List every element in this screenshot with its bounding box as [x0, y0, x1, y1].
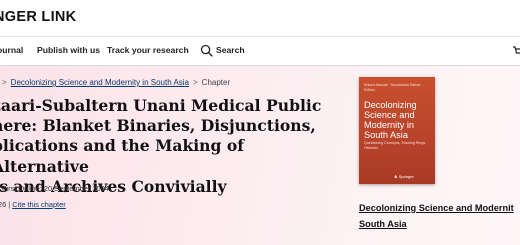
meta-separator: | — [8, 200, 11, 209]
breadcrumb-separator: > — [2, 78, 7, 87]
cover-publisher-logo: ♞ Springer — [394, 174, 414, 179]
book-cover[interactable]: Sritara Manual · Suvanahaa Sarkar · Edit… — [359, 77, 435, 184]
brand-header: NGER LINK — [0, 0, 520, 37]
chapter-title: zaari-Subaltern Unani Medical Public her… — [0, 96, 337, 197]
chapter-title-line: zaari-Subaltern Unani Medical Public — [0, 96, 322, 115]
breadcrumb: > Decolonizing Science and Modernity in S… — [0, 78, 230, 87]
breadcrumb-current: Chapter — [201, 78, 231, 87]
cover-authors: Sritara Manual · Suvanahaa Sarkar · Edit… — [364, 83, 423, 92]
cover-publisher-name: Springer — [398, 174, 414, 179]
springer-link-logo[interactable]: NGER LINK — [0, 9, 76, 25]
chapter-metrics: 26 | Cite this chapter — [0, 200, 66, 209]
access-count: 26 — [0, 200, 7, 209]
chapter-title-line: here: Blanket Binaries, Disjunctions, — [0, 116, 316, 136]
search-icon[interactable] — [200, 44, 213, 57]
chapter-title-line: plications and the Making of Alternative — [0, 136, 244, 176]
cart-icon[interactable] — [512, 45, 520, 57]
cover-title: Decolonizing Science and Modernity in So… — [364, 100, 417, 140]
springer-horse-icon: ♞ — [394, 174, 398, 179]
book-title-link[interactable]: Decolonizing Science and Modernit South … — [359, 200, 520, 232]
cover-subtitle: Questioning Concepts, Tracking Rings, Hi… — [364, 141, 427, 150]
breadcrumb-book-link[interactable]: Decolonizing Science and Modernity in So… — [11, 78, 189, 87]
nav-item-publish-with-us[interactable]: Publish with us — [37, 45, 100, 55]
main-navigation: ournal Publish with us Track your resear… — [0, 37, 520, 66]
first-online-date: 20 September 2024 — [43, 184, 109, 193]
first-online-prefix: | First Online: — [0, 184, 44, 193]
cite-this-chapter-link[interactable]: Cite this chapter — [12, 200, 65, 209]
search-button-label[interactable]: Search — [216, 45, 245, 55]
breadcrumb-separator: > — [193, 78, 198, 87]
nav-item-track-your-research[interactable]: Track your research — [107, 45, 189, 55]
chapter-hero: > Decolonizing Science and Modernity in S… — [0, 66, 520, 245]
publication-meta: | First Online: 20 September 2024 — [0, 184, 109, 193]
nav-item-journal[interactable]: ournal — [0, 45, 23, 55]
